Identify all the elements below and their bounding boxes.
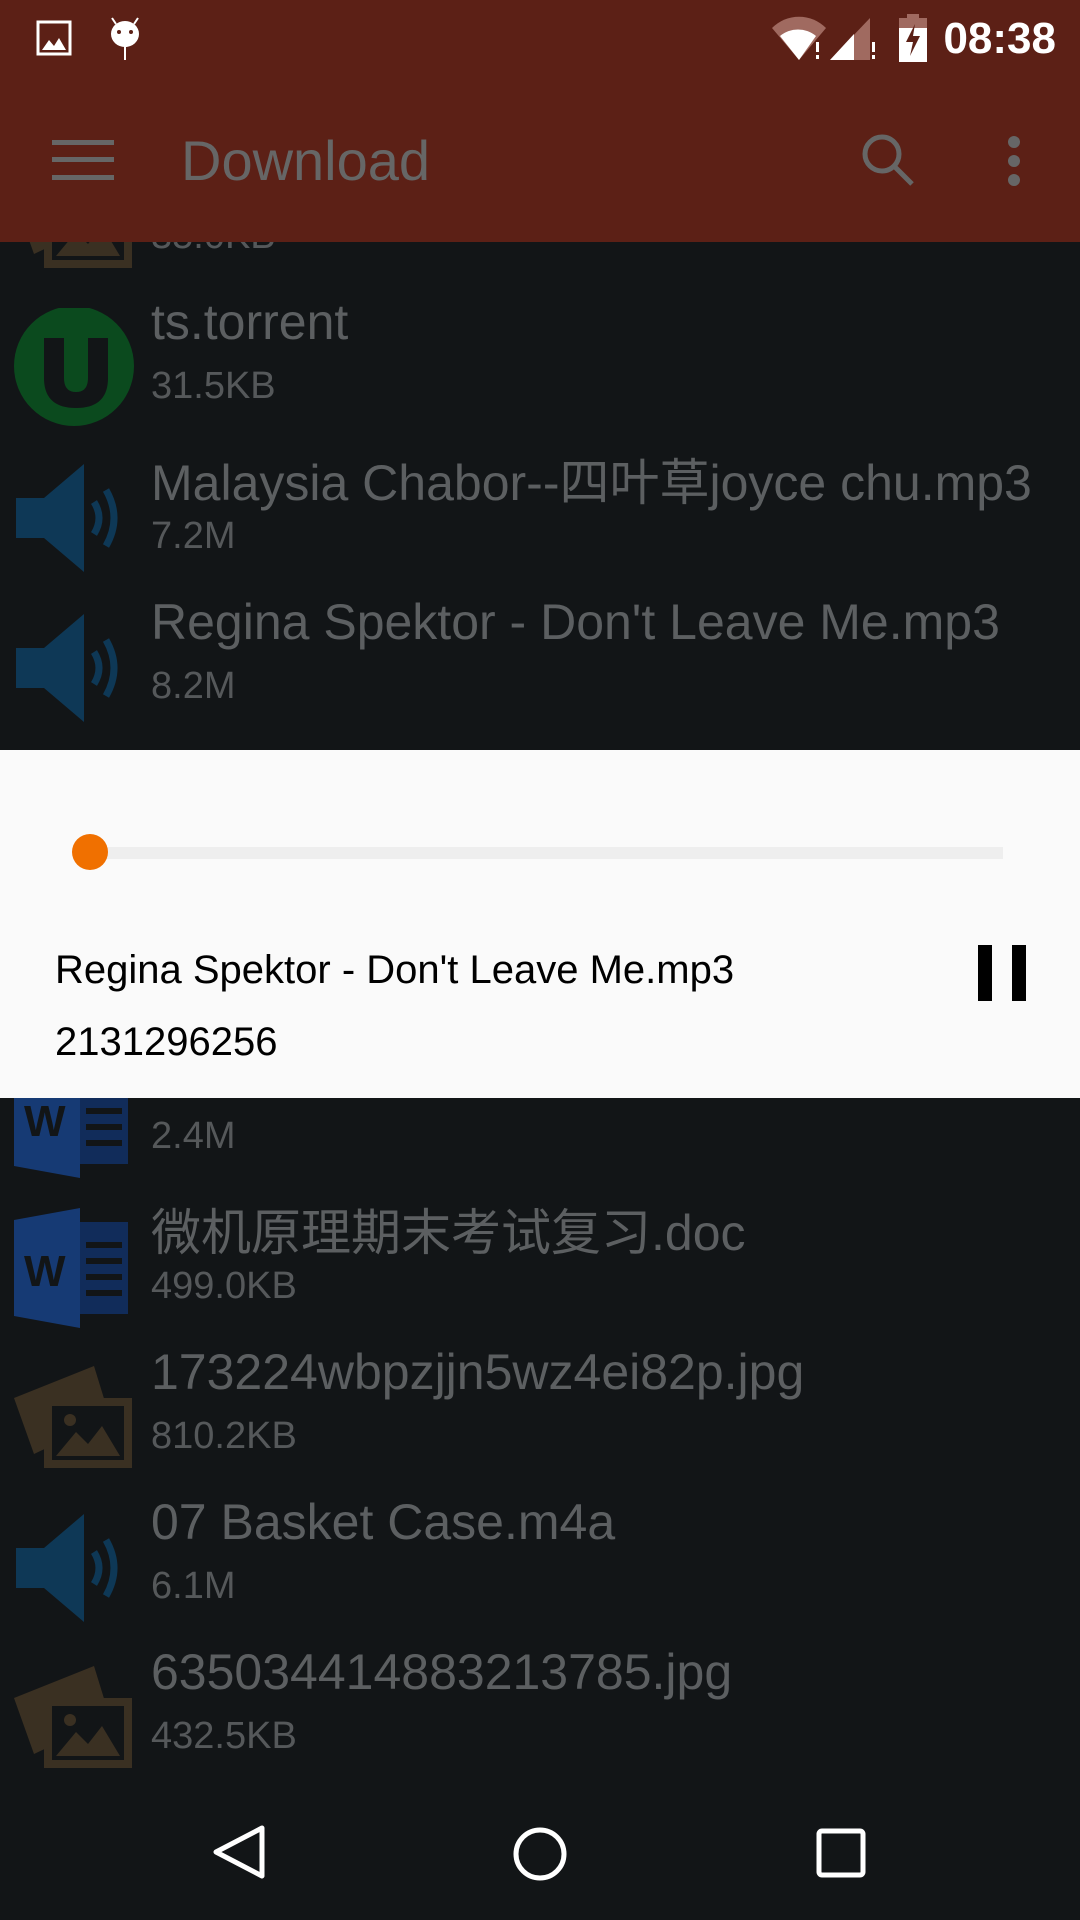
more-vert-icon[interactable] [1004,136,1024,186]
file-size: 2.4M [151,1115,236,1157]
svg-text:W: W [24,1247,66,1296]
image-file-icon [14,1658,134,1778]
file-name: 07 Basket Case.m4a [151,1494,616,1550]
file-name: ts.torrent [151,294,349,350]
file-row[interactable]: Malaysia Chabor--四叶草joyce chu.mp3 7.2M [0,431,1080,581]
seek-thumb[interactable] [72,834,108,870]
wifi-icon [772,16,826,60]
file-size: 499.0KB [151,1265,297,1307]
file-name: Regina Spektor - Don't Leave Me.mp3 [151,594,1000,650]
torrent-file-icon [14,306,134,428]
android-icon [111,17,139,60]
file-size: 7.2M [151,515,236,557]
file-row[interactable]: 635034414883213785.jpg 432.5KB [0,1631,1080,1781]
file-row[interactable]: 173224wbpzjjn5wz4ei82p.jpg 810.2KB [0,1331,1080,1481]
back-icon[interactable] [212,1824,266,1880]
image-icon [36,20,72,56]
status-bar: 08:38 [0,0,1080,80]
file-row[interactable]: W 微机原理期末考试复习.doc 499.0KB [0,1181,1080,1331]
seek-bar[interactable] [90,847,1003,859]
file-size: 8.2M [151,665,236,707]
svg-text:W: W [24,1097,66,1146]
file-name: Malaysia Chabor--四叶草joyce chu.mp3 [151,455,1032,511]
signal-icon [830,18,875,60]
file-name: 635034414883213785.jpg [151,1644,733,1700]
file-name: 微机原理期末考试复习.doc [151,1205,746,1261]
audio-file-icon [14,458,134,578]
file-size: 432.5KB [151,1715,297,1757]
home-icon[interactable] [512,1826,568,1882]
now-playing-sheet: Regina Spektor - Don't Leave Me.mp3 2131… [0,750,1080,1098]
word-file-icon: W [14,1208,134,1328]
now-playing-title: Regina Spektor - Don't Leave Me.mp3 [55,948,735,992]
file-size: 31.5KB [151,365,276,407]
file-row[interactable]: Regina Spektor - Don't Leave Me.mp3 8.2M [0,581,1080,731]
file-row[interactable]: ts.torrent 31.5KB [0,281,1080,431]
file-name: 173224wbpzjjn5wz4ei82p.jpg [151,1344,805,1400]
file-size: 810.2KB [151,1415,297,1457]
clock: 08:38 [943,14,1056,63]
battery-charging-icon [899,14,927,62]
search-icon[interactable] [860,132,916,188]
navigation-bar [0,1782,1080,1920]
now-playing-subtitle: 2131296256 [55,1020,278,1064]
pause-icon[interactable] [978,945,1026,1001]
file-row[interactable]: 07 Basket Case.m4a 6.1M [0,1481,1080,1631]
image-file-icon [14,1358,134,1478]
recents-icon[interactable] [816,1828,866,1878]
file-size: 6.1M [151,1565,236,1607]
app-bar: Download [0,80,1080,242]
menu-icon[interactable] [52,140,114,180]
audio-file-icon [14,608,134,728]
audio-file-icon [14,1508,134,1628]
page-title: Download [181,129,431,192]
